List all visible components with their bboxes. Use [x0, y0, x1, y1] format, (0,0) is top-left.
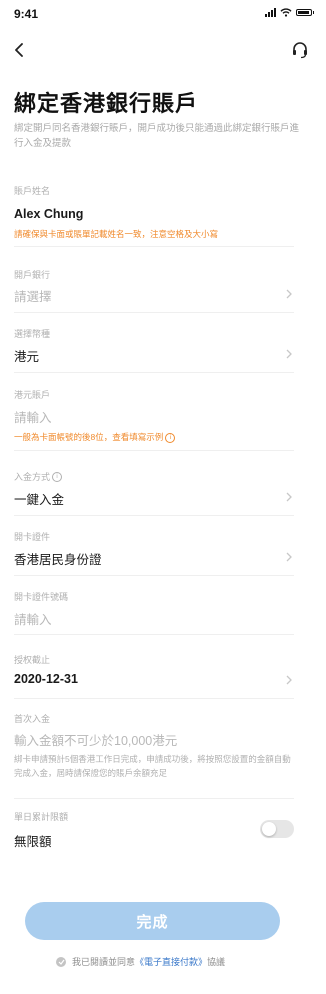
chevron-left-icon — [15, 43, 23, 57]
bank-label: 開戶銀行 — [14, 270, 51, 280]
agreement-suffix: 協議 — [207, 957, 226, 967]
currency-select-field[interactable]: 選擇幣種 港元 — [14, 327, 294, 373]
nav-bar — [0, 38, 326, 64]
account-name-label: 賬戶姓名 — [14, 186, 51, 196]
page-title: 綁定香港銀行賬戶 — [14, 91, 199, 116]
hkd-account-input[interactable]: 請輸入 — [14, 407, 52, 426]
authorization-expiry-field[interactable]: 授权截止 2020-12-31 — [14, 653, 294, 699]
daily-limit-toggle[interactable] — [260, 820, 294, 838]
daily-limit-value: 無限額 — [14, 835, 52, 849]
agreement-link[interactable]: 《電子直接付款》 — [135, 955, 207, 968]
id-document-field[interactable]: 開卡證件 香港居民身份證 — [14, 530, 294, 576]
id-document-value: 香港居民身份證 — [14, 553, 102, 567]
hkd-account-hint: 一般為卡面帳號的後8位，查看填寫示例 i — [14, 431, 176, 443]
status-icons — [265, 8, 314, 17]
hkd-account-hint-text: 一般為卡面帳號的後8位，查看填寫示例 — [14, 432, 164, 442]
agreement-prefix: 我已閱讀並同意 — [72, 957, 136, 967]
page-subtitle: 綁定開戶同名香港銀行賬戶，開戶成功後只能通過此綁定銀行賬戶進行入金及提款 — [14, 123, 300, 149]
account-name-hint: 請確保與卡面或賬單記載姓名一致，注意空格及大小寫 — [14, 229, 219, 239]
chevron-right-icon — [286, 492, 292, 502]
submit-button[interactable]: 完成 — [25, 902, 280, 940]
currency-label: 選擇幣種 — [14, 329, 51, 339]
hkd-account-label: 港元賬戶 — [14, 390, 51, 400]
first-deposit-input[interactable]: 輸入金額不可少於10,000港元 — [14, 730, 177, 749]
hkd-account-field: 港元賬戶 請輸入 一般為卡面帳號的後8位，查看填寫示例 i — [14, 388, 294, 451]
back-button[interactable] — [8, 38, 32, 62]
deposit-method-value: 一鍵入金 — [14, 493, 65, 507]
checkbox-icon[interactable] — [56, 956, 66, 967]
headset-icon — [293, 42, 307, 59]
first-deposit-hint: 綁卡申請預計5個香港工作日完成，申請成功後，將按照您設置的金額自動完成入金，屆時… — [14, 754, 291, 778]
id-number-field: 開卡證件號碼 請輸入 — [14, 590, 294, 635]
daily-limit-label: 單日累計限額 — [14, 812, 69, 822]
agreement-row: 我已閱讀並同意 《電子直接付款》 協議 — [56, 955, 225, 968]
id-number-label: 開卡證件號碼 — [14, 592, 69, 602]
account-name-value[interactable]: Alex Chung — [14, 207, 83, 221]
id-number-input[interactable]: 請輸入 — [14, 609, 52, 628]
check-icon — [58, 959, 64, 965]
bank-select-field[interactable]: 開戶銀行 請選擇 — [14, 268, 294, 313]
signal-icon — [265, 8, 276, 17]
daily-limit-field: 單日累計限額 無限額 — [14, 810, 294, 855]
bank-placeholder: 請選擇 — [14, 290, 52, 304]
first-deposit-field: 首次入金 輸入金額不可少於10,000港元 綁卡申請預計5個香港工作日完成，申請… — [14, 712, 294, 799]
chevron-right-icon — [286, 675, 292, 685]
deposit-method-label-wrap: 入金方式 i — [14, 470, 63, 483]
status-time: 9:41 — [14, 7, 39, 21]
info-icon[interactable]: i — [165, 433, 176, 443]
chevron-right-icon — [286, 349, 292, 359]
info-icon[interactable]: i — [52, 471, 63, 482]
status-bar: 9:41 — [0, 0, 326, 30]
id-document-label: 開卡證件 — [14, 532, 51, 542]
currency-value: 港元 — [14, 350, 40, 364]
support-button[interactable] — [288, 38, 312, 62]
first-deposit-label: 首次入金 — [14, 714, 51, 724]
authorization-expiry-value: 2020-12-31 — [14, 672, 78, 686]
account-name-field: 賬戶姓名 Alex Chung 請確保與卡面或賬單記載姓名一致，注意空格及大小寫 — [14, 184, 294, 247]
battery-icon — [296, 9, 314, 16]
chevron-right-icon — [286, 552, 292, 562]
chevron-right-icon — [286, 289, 292, 299]
deposit-method-label: 入金方式 — [14, 472, 51, 482]
wifi-icon — [280, 8, 292, 17]
authorization-expiry-label: 授权截止 — [14, 655, 51, 665]
deposit-method-field[interactable]: 入金方式 i 一鍵入金 — [14, 470, 294, 516]
toggle-knob — [262, 822, 276, 836]
